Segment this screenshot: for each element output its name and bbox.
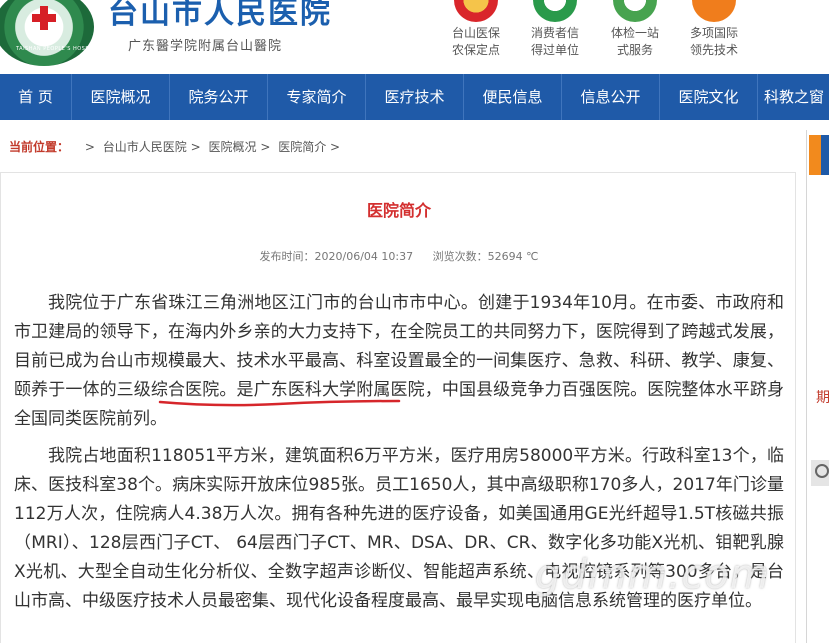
sidebar-char: 期 <box>816 390 829 406</box>
site-name[interactable]: 台山市人民医院 <box>108 0 332 32</box>
breadcrumb-label: 当前位置： <box>9 140 70 154</box>
badge-insurance[interactable]: 台山医保 农保定点 <box>441 0 511 59</box>
article-paragraph: 我院位于广东省珠江三角洲地区江门市的台山市市中心。创建于1934年10月。在市委… <box>14 293 784 429</box>
site-subtitle: 广东醫学院附属台山醫院 <box>128 39 283 54</box>
hospital-logo[interactable]: TAISHAN PEOPLE'S HOSPITAL <box>0 0 101 66</box>
breadcrumb-home[interactable]: 台山市人民医院 <box>103 140 187 154</box>
tech-icon <box>692 0 736 22</box>
checkup-icon <box>613 0 657 22</box>
logo-ring-text: TAISHAN PEOPLE'S HOSPITAL <box>16 46 102 52</box>
article-title: 医院简介 <box>366 201 431 220</box>
emblem-icon <box>454 0 498 22</box>
consumer-trust-icon <box>533 0 577 22</box>
red-cross-icon <box>32 6 56 30</box>
article-meta: 发布时间：2020/06/04 10:37 浏览次数：52694 ℃ <box>1 248 797 264</box>
publish-time: 发布时间：2020/06/04 10:37 <box>259 250 414 263</box>
badge-checkup[interactable]: 体检一站 式服务 <box>600 0 670 59</box>
watermark: gdmm.com <box>535 552 770 598</box>
nav-culture[interactable]: 医院文化 <box>660 74 758 120</box>
main-nav: 首 页 医院概况 院务公开 专家简介 医疗技术 便民信息 信息公开 医院文化 科… <box>0 74 829 120</box>
breadcrumb-overview[interactable]: 医院概况 <box>208 140 256 154</box>
badge-consumer-trust[interactable]: 消费者信 得过单位 <box>520 0 590 59</box>
view-count: 浏览次数：52694 ℃ <box>432 250 539 263</box>
sidebar-banner-accent <box>821 135 829 175</box>
nav-education[interactable]: 科教之窗 <box>758 74 828 120</box>
breadcrumb: 当前位置： > 台山市人民医院 > 医院概况 > 医院简介 > <box>9 140 341 154</box>
nav-info-disclosure[interactable]: 信息公开 <box>562 74 660 120</box>
site-header: TAISHAN PEOPLE'S HOSPITAL 台山市人民医院 广东醫学院附… <box>0 0 829 74</box>
nav-overview[interactable]: 医院概况 <box>72 74 170 120</box>
nav-home[interactable]: 首 页 <box>0 74 72 120</box>
badge-tech[interactable]: 多项国际 领先技术 <box>679 0 749 59</box>
breadcrumb-current[interactable]: 医院简介 <box>278 140 326 154</box>
nav-medical-tech[interactable]: 医疗技术 <box>366 74 464 120</box>
search-icon[interactable] <box>815 464 829 478</box>
red-underline-annotation <box>158 399 401 407</box>
nav-convenience[interactable]: 便民信息 <box>464 74 562 120</box>
nav-experts[interactable]: 专家简介 <box>268 74 366 120</box>
nav-affairs[interactable]: 院务公开 <box>170 74 268 120</box>
